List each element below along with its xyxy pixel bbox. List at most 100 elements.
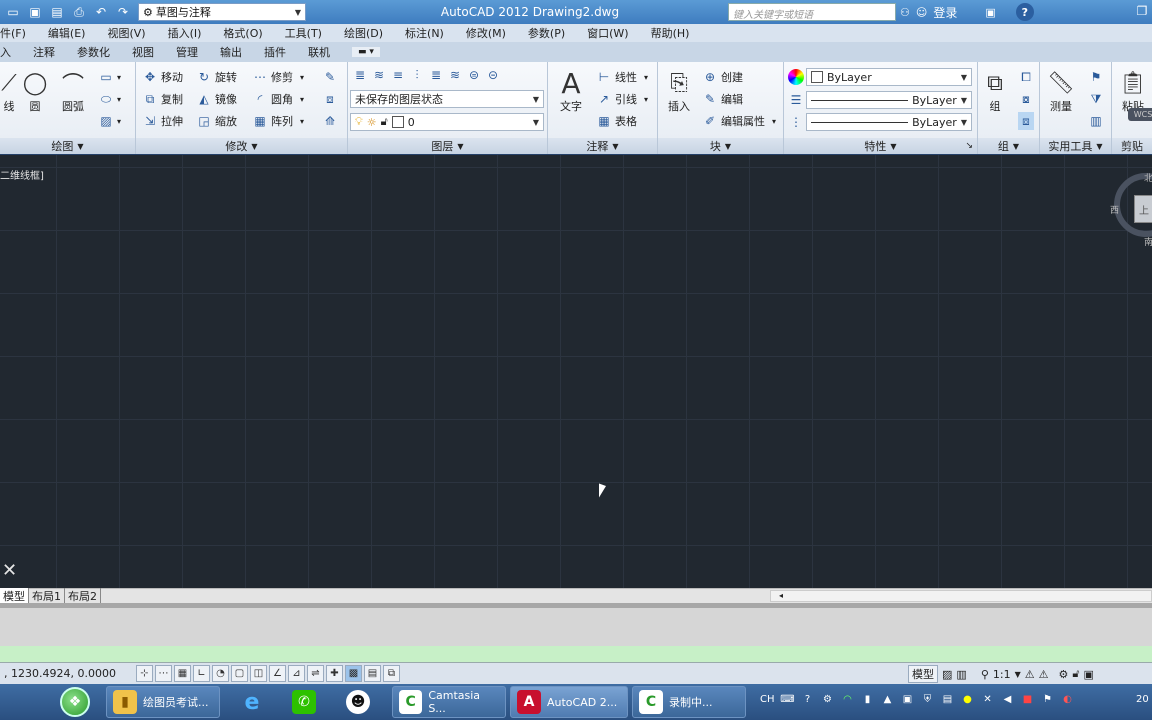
security-shield-icon[interactable]: ⛨ — [921, 692, 935, 706]
color-wheel-icon[interactable] — [788, 68, 804, 86]
ellipse-button[interactable]: ⬭ ▾ — [98, 90, 121, 108]
hardware-acceleration-icon[interactable]: ▣ — [1084, 668, 1094, 681]
modify-panel-footer[interactable]: 修改 ▼ — [136, 138, 347, 154]
annotation-panel-footer[interactable]: 注释 ▼ — [548, 138, 657, 154]
quick-view-drawings-icon[interactable]: ▥ — [956, 668, 966, 681]
properties-panel-footer[interactable]: 特性 ▼ ↘ — [784, 138, 977, 154]
taskbar-item-folder[interactable]: ▮ 绘图员考试... — [106, 686, 220, 718]
menu-help[interactable]: 帮助(H) — [651, 25, 690, 41]
viewcube[interactable]: 上 北 西 南 — [1110, 171, 1152, 248]
wifi-icon[interactable]: ◠ — [841, 692, 855, 706]
clipboard-panel-footer[interactable]: 剪贴 — [1112, 138, 1152, 154]
clipboard-tray-icon[interactable]: ▤ — [941, 692, 955, 706]
linear-dim-button[interactable]: ⊢ 线性 ▾ — [596, 68, 648, 86]
object-snap-icon[interactable]: ▢ — [231, 665, 248, 682]
taskbar-item-recording[interactable]: C 录制中... — [632, 686, 746, 718]
array-button[interactable]: ▦ 阵列 ▾ — [252, 112, 304, 130]
tab-manage[interactable]: 管理 — [176, 44, 198, 60]
linetype-select[interactable]: ByLayer ▼ — [806, 113, 972, 131]
menu-edit[interactable]: 编辑(E) — [48, 25, 86, 41]
menu-draw[interactable]: 绘图(D) — [344, 25, 383, 41]
layer-isolate-icon[interactable]: ⫶ — [409, 67, 425, 83]
tab-insert[interactable]: 入 — [0, 44, 11, 60]
tab-view[interactable]: 视图 — [132, 44, 154, 60]
command-input[interactable] — [0, 646, 1152, 662]
tab-parametric[interactable]: 参数化 — [77, 44, 110, 60]
flag-icon[interactable]: ⚑ — [1041, 692, 1055, 706]
tab-output[interactable]: 输出 — [220, 44, 242, 60]
drawing-canvas[interactable]: 二维线框] 上 北 西 南 ✕ — [0, 155, 1152, 588]
user-icon[interactable]: ☺ — [916, 6, 927, 19]
dynamic-input-icon[interactable]: ⇌ — [307, 665, 324, 682]
ortho-mode-icon[interactable]: ∟ — [193, 665, 210, 682]
scale-button[interactable]: ◲ 缩放 — [196, 112, 237, 130]
quick-view-layouts-icon[interactable]: ▨ — [942, 668, 952, 681]
linetype-icon[interactable]: ⋮ — [788, 113, 804, 131]
rectangle-button[interactable]: ▭ ▾ — [98, 68, 121, 86]
network-drive-icon[interactable]: ▣ — [901, 692, 915, 706]
binoculars-icon[interactable]: ⚇ — [900, 6, 910, 19]
taskbar-item-ie[interactable]: e — [234, 686, 270, 718]
group-edit-button[interactable]: ⧇ — [1018, 90, 1034, 108]
app-tray-icon[interactable]: ◐ — [1061, 692, 1075, 706]
layer-unisolate-icon[interactable]: ⊝ — [485, 67, 501, 83]
open-icon[interactable]: ▭ — [4, 3, 22, 21]
polar-tracking-icon[interactable]: ◔ — [212, 665, 229, 682]
groups-panel-footer[interactable]: 组 ▼ — [978, 138, 1039, 154]
calculator-button[interactable]: ▥ — [1088, 112, 1104, 130]
quick-properties-icon[interactable]: ▤ — [364, 665, 381, 682]
viewcube-top-face[interactable]: 上 — [1134, 195, 1152, 223]
lineweight-select[interactable]: ByLayer ▼ — [806, 91, 972, 109]
explode-button[interactable]: ⟰ — [322, 112, 338, 130]
snap-mode-icon[interactable]: ⋯ — [155, 665, 172, 682]
help-icon[interactable]: ? — [801, 692, 815, 706]
save-as-icon[interactable]: ▤ — [48, 3, 66, 21]
horizontal-scrollbar[interactable]: ◂ — [770, 590, 1152, 602]
taskbar-item-wechat[interactable]: ✆ — [286, 686, 322, 718]
start-button[interactable]: ❖ — [60, 687, 90, 717]
menu-insert[interactable]: 插入(I) — [168, 25, 202, 41]
undo-icon[interactable]: ↶ — [92, 3, 110, 21]
disconnect-icon[interactable]: ✕ — [981, 692, 995, 706]
text-button[interactable]: A 文字 — [556, 67, 586, 114]
lineweight-icon[interactable]: ☰ — [788, 91, 804, 109]
green-app-icon[interactable]: ● — [961, 692, 975, 706]
offset-button[interactable]: ⧈ — [322, 90, 338, 108]
tab-annotate[interactable]: 注释 — [33, 44, 55, 60]
dialog-launcher-icon[interactable]: ↘ — [965, 141, 973, 151]
menu-parametric[interactable]: 参数(P) — [528, 25, 565, 41]
wcs-menu-button[interactable]: WCS — [1128, 108, 1152, 121]
quick-select-button[interactable]: ⚑ — [1088, 68, 1104, 86]
ime-options-icon[interactable]: ⚙ — [821, 692, 835, 706]
menu-dimension[interactable]: 标注(N) — [405, 25, 444, 41]
select-similar-button[interactable]: ⧩ — [1088, 90, 1104, 108]
exchange-icon[interactable]: ▣ — [985, 6, 995, 19]
move-button[interactable]: ✥ 移动 — [142, 68, 183, 86]
volume-icon[interactable]: ◀ — [1001, 692, 1015, 706]
restore-icon[interactable]: ❐ — [1132, 0, 1152, 22]
fillet-button[interactable]: ◜ 圆角 ▾ — [252, 90, 304, 108]
circle-button[interactable]: ◯ 圆 — [20, 68, 50, 114]
annotation-scale-icon[interactable]: ⚲ — [981, 668, 989, 681]
layer-previous-icon[interactable]: ≡ — [390, 67, 406, 83]
coordinate-readout[interactable]: , 1230.4924, 0.0000 — [4, 667, 136, 680]
menu-window[interactable]: 窗口(W) — [587, 25, 628, 41]
ungroup-button[interactable]: ⧠ — [1018, 68, 1034, 86]
stretch-button[interactable]: ⇲ 拉伸 — [142, 112, 183, 130]
leader-button[interactable]: ↗ 引线 ▾ — [596, 90, 648, 108]
layer-select[interactable]: 💡︎ ☼ 🔓︎ 0 ▼ — [350, 113, 544, 131]
transparency-toggle-icon[interactable]: ▩ — [345, 665, 362, 682]
menu-file[interactable]: 件(F) — [0, 25, 26, 41]
dynamic-ucs-icon[interactable]: ⊿ — [288, 665, 305, 682]
tab-online[interactable]: 联机 — [308, 44, 330, 60]
menu-modify[interactable]: 修改(M) — [466, 25, 506, 41]
hatch-button[interactable]: ▨ ▾ — [98, 112, 121, 130]
lineweight-toggle-icon[interactable]: ✚ — [326, 665, 343, 682]
recording-tray-icon[interactable]: ■ — [1021, 692, 1035, 706]
layer-panel-footer[interactable]: 图层 ▼ — [348, 138, 547, 154]
menu-tools[interactable]: 工具(T) — [285, 25, 322, 41]
rotate-button[interactable]: ↻ 旋转 — [196, 68, 237, 86]
ribbon-toggle-button[interactable]: ▬ ▾ — [352, 47, 380, 57]
workspace-switching-icon[interactable]: ⚙ — [1058, 668, 1068, 681]
layer-freeze-icon[interactable]: ≋ — [447, 67, 463, 83]
